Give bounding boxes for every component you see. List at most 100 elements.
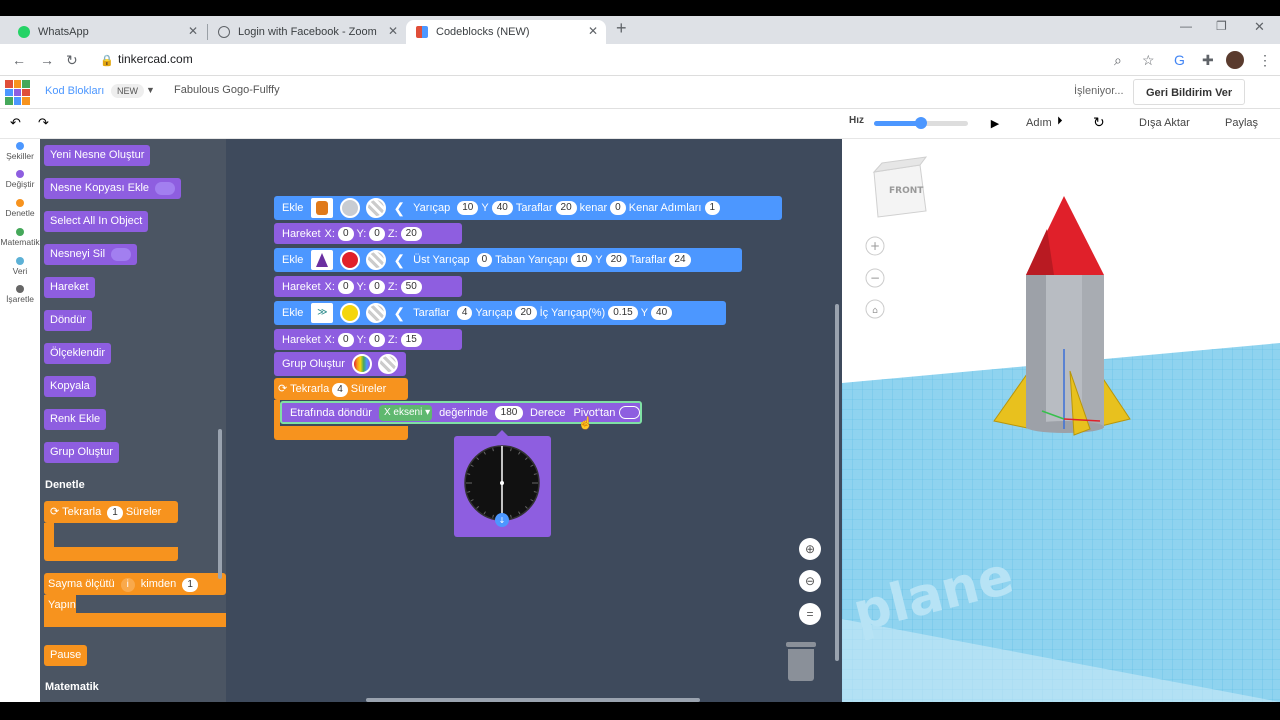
zoom-reset-icon[interactable]: =: [799, 603, 821, 625]
workspace-vscrollbar[interactable]: [835, 304, 839, 661]
zoom-out-icon[interactable]: ⊖: [799, 570, 821, 592]
minimize-icon[interactable]: —: [1180, 19, 1192, 33]
palette-block[interactable]: Renk Ekle: [44, 409, 107, 430]
close-icon[interactable]: ✕: [588, 24, 598, 38]
tinkercad-logo[interactable]: [5, 80, 30, 105]
close-icon[interactable]: ✕: [188, 24, 198, 38]
new-badge: NEW: [111, 84, 144, 98]
collapse-icon[interactable]: ❮: [393, 252, 405, 269]
chevron-down-icon[interactable]: ▼: [146, 85, 155, 95]
play-icon[interactable]: ▶: [984, 115, 1006, 133]
code-workspace[interactable]: Ekle ❮ Yarıçap 10 Y 40 Taraflar 20 kenar 0 K…: [226, 139, 842, 702]
feedback-button[interactable]: Geri Bildirim Ver: [1133, 79, 1246, 105]
palette-block[interactable]: Nesne Kopyası Ekle: [44, 178, 182, 199]
degree-input[interactable]: 180: [495, 405, 523, 420]
toolbar: ↶ ↷ Hız ▶ Adım ⏵ ↻ Dışa Aktar Paylaş: [0, 109, 1280, 139]
3d-viewport[interactable]: plane FRONT + − ⌂: [842, 139, 1280, 702]
move-block[interactable]: Hareket X: 0 Y: 0 Z: 50: [274, 276, 462, 297]
tab-label: Codeblocks (NEW): [436, 26, 530, 38]
color-swatch[interactable]: [340, 250, 361, 270]
hole-swatch[interactable]: [366, 303, 387, 323]
browser-tab-bar: WhatsApp ✕ Login with Facebook - Zoom ✕ …: [0, 16, 1280, 44]
maximize-icon[interactable]: ❐: [1216, 19, 1227, 33]
palette-block[interactable]: Select All In Object: [44, 211, 149, 232]
category-matematik[interactable]: Matematik: [0, 228, 40, 247]
url-text[interactable]: tinkercad.com: [118, 52, 193, 66]
palette-repeat-block[interactable]: ⟳ Tekrarla 1 Süreler: [44, 501, 178, 563]
cylinder-shape-icon: [311, 198, 334, 218]
back-icon[interactable]: ←: [12, 52, 26, 68]
reset-icon[interactable]: ↻: [1093, 114, 1105, 131]
add-cylinder-block[interactable]: Ekle ❮ Yarıçap 10 Y 40 Taraflar 20 kenar 0 K…: [274, 196, 782, 220]
rocket-model[interactable]: [993, 196, 1131, 436]
cone-shape-icon: [311, 250, 334, 270]
tab-label: Login with Facebook - Zoom: [238, 26, 377, 38]
category-sekiller[interactable]: Şekiller: [0, 142, 40, 161]
zoom-out-icon[interactable]: −: [865, 268, 885, 288]
group-block[interactable]: Grup Oluştur: [274, 352, 406, 376]
section-title-denetle: Denetle: [45, 479, 85, 491]
view-cube[interactable]: FRONT: [872, 156, 928, 218]
tab-whatsapp[interactable]: WhatsApp ✕: [8, 20, 206, 44]
category-degistir[interactable]: Değiştir: [0, 170, 40, 189]
move-block[interactable]: Hareket X: 0 Y: 0 Z: 20: [274, 223, 462, 244]
collapse-icon[interactable]: ❮: [393, 305, 405, 322]
category-denetle[interactable]: Denetle: [0, 199, 40, 218]
export-button[interactable]: Dışa Aktar: [1139, 117, 1190, 129]
palette-block[interactable]: Döndür: [44, 310, 93, 331]
hole-swatch[interactable]: [366, 250, 387, 270]
move-block[interactable]: Hareket X: 0 Y: 0 Z: 15: [274, 329, 462, 350]
speed-slider[interactable]: [874, 117, 968, 129]
reload-icon[interactable]: ↻: [66, 52, 78, 69]
menu-icon[interactable]: ⋮: [1258, 52, 1272, 69]
axis-dropdown[interactable]: X ekseni ▾: [378, 404, 433, 421]
step-icon[interactable]: ⏵: [1057, 115, 1063, 128]
star-icon[interactable]: ☆: [1142, 52, 1155, 69]
trash-icon[interactable]: [786, 642, 816, 682]
angle-dial[interactable]: ↓: [454, 436, 551, 537]
add-tube-block[interactable]: Ekle ≫ ❮ Taraflar 4 Yarıçap 20 İç Yarıçap(…: [274, 301, 726, 325]
hole-swatch[interactable]: [377, 354, 398, 374]
add-cone-block[interactable]: Ekle ❮ Üst Yarıçap 0 Taban Yarıçapı 10 Y 20…: [274, 248, 742, 272]
tab-zoom[interactable]: Login with Facebook - Zoom ✕: [208, 20, 406, 44]
section-title-matematik: Matematik: [45, 681, 99, 693]
undo-icon[interactable]: ↶: [10, 115, 21, 131]
palette-block[interactable]: Nesneyi Sil: [44, 244, 138, 265]
kod-bloklari-link[interactable]: Kod Blokları: [45, 85, 104, 97]
redo-icon[interactable]: ↷: [38, 115, 49, 131]
palette-block[interactable]: Kopyala: [44, 376, 96, 397]
window-close-icon[interactable]: ✕: [1254, 19, 1265, 35]
zoom-icon[interactable]: ⌕: [1114, 52, 1122, 69]
palette-scrollbar[interactable]: [218, 429, 222, 579]
color-swatch[interactable]: [340, 303, 361, 323]
multicolor-swatch[interactable]: [351, 354, 372, 374]
palette-count-block[interactable]: Sayma ölçütü i kimden 1 Yapın: [44, 573, 226, 635]
category-isaretle[interactable]: İşaretle: [0, 285, 40, 304]
step-label[interactable]: Adım: [1026, 117, 1052, 129]
new-tab-icon[interactable]: +: [616, 18, 627, 39]
zoom-in-icon[interactable]: ⊕: [799, 538, 821, 560]
zoom-in-icon[interactable]: +: [865, 236, 885, 256]
palette-block[interactable]: Grup Oluştur: [44, 442, 119, 463]
close-icon[interactable]: ✕: [388, 24, 398, 38]
pivot-slot[interactable]: [619, 406, 640, 419]
home-view-icon[interactable]: ⌂: [865, 299, 885, 319]
translate-icon[interactable]: G: [1174, 52, 1185, 68]
angle-picker[interactable]: ↓: [454, 430, 551, 537]
category-veri[interactable]: Veri: [0, 257, 40, 276]
palette-block[interactable]: Yeni Nesne Oluştur: [44, 145, 151, 166]
extensions-icon[interactable]: ✚: [1202, 52, 1214, 69]
collapse-icon[interactable]: ❮: [393, 200, 405, 217]
hole-swatch[interactable]: [366, 198, 387, 218]
palette-block[interactable]: Hareket: [44, 277, 95, 298]
share-button[interactable]: Paylaş: [1225, 117, 1258, 129]
bottom-bar: [0, 702, 1280, 720]
palette-pause-block[interactable]: Pause: [44, 645, 88, 666]
avatar[interactable]: [1226, 51, 1244, 69]
palette-block[interactable]: Ölçeklendir: [44, 343, 112, 364]
forward-icon[interactable]: →: [40, 52, 54, 68]
tab-codeblocks[interactable]: Codeblocks (NEW) ✕: [406, 20, 606, 44]
color-swatch[interactable]: [340, 198, 361, 218]
project-name[interactable]: Fabulous Gogo-Fulffy: [174, 84, 280, 96]
tinkercad-icon: [416, 26, 428, 38]
